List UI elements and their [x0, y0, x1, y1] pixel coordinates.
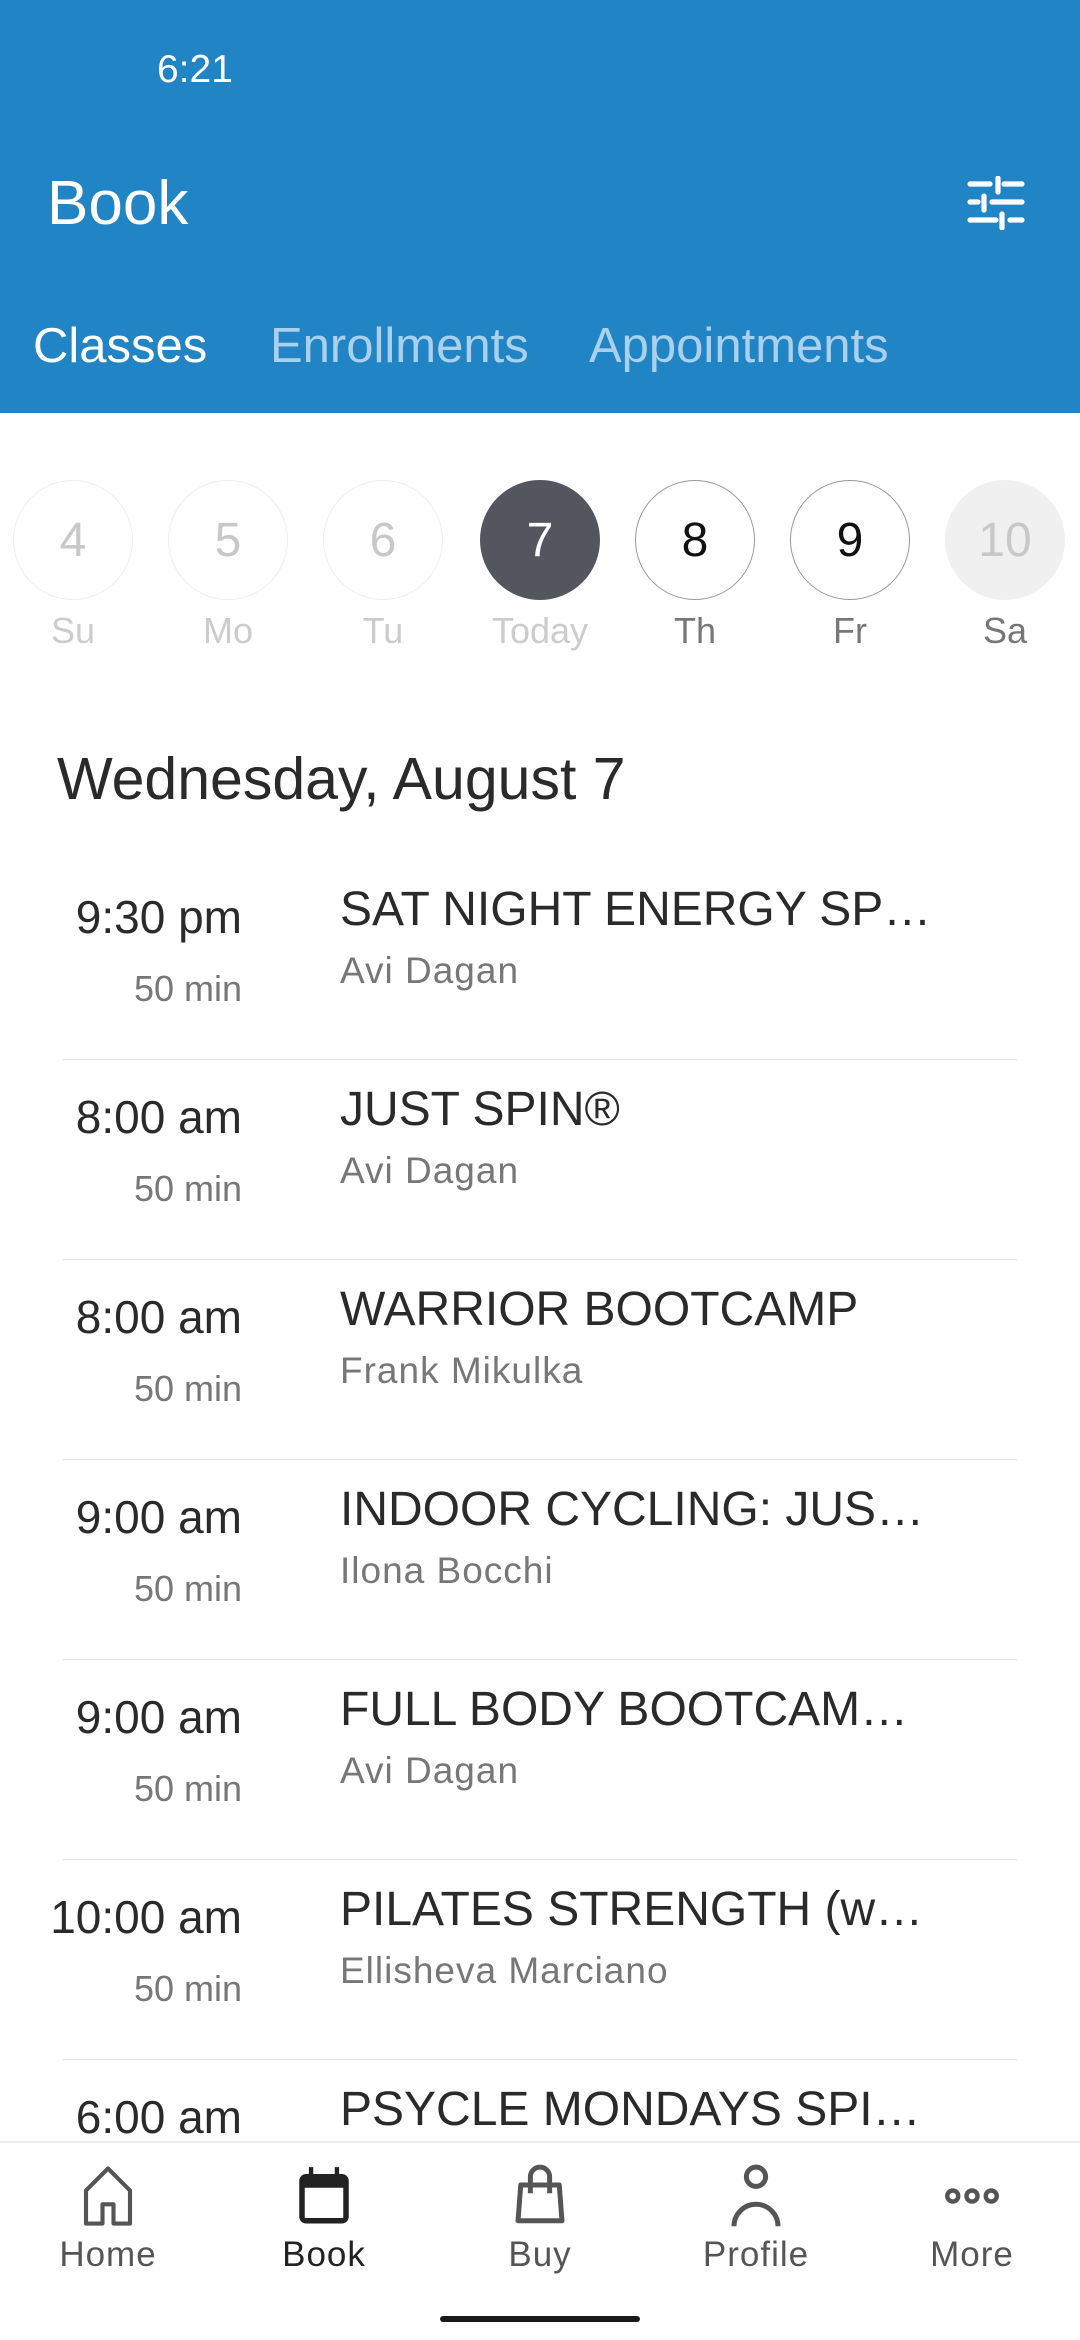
day-number: 9	[790, 480, 910, 600]
day-10[interactable]: 10 Sa	[945, 480, 1065, 652]
class-instructor: Avi Dagan	[340, 1150, 520, 1191]
class-name: PILATES STRENGTH (w…	[340, 1883, 924, 1936]
class-duration: 50 min	[133, 968, 242, 1009]
class-instructor: Ellisheva Marciano	[340, 1950, 669, 1991]
class-row[interactable]: 9:00 am 50 min INDOOR CYCLING: JUS… Ilona B…	[63, 1460, 1017, 1660]
nav-profile[interactable]: Profile	[648, 2163, 864, 2275]
nav-label: Buy	[508, 2235, 572, 2274]
person-icon	[731, 2164, 781, 2227]
sliders-icon[interactable]	[966, 176, 1026, 230]
nav-home[interactable]: Home	[0, 2163, 216, 2275]
nav-more[interactable]: More	[864, 2163, 1080, 2275]
day-8[interactable]: 8 Th	[635, 480, 755, 652]
home-icon	[83, 2166, 133, 2226]
day-label: Mo	[202, 610, 253, 651]
class-time: 9:00 am	[75, 1491, 242, 1543]
nav-label: Book	[282, 2235, 366, 2274]
calendar-icon	[299, 2167, 349, 2224]
more-dots-icon	[945, 2188, 999, 2204]
day-label: Su	[50, 610, 96, 651]
class-instructor: Ilona Bocchi	[340, 1550, 554, 1591]
day-label: Today	[491, 610, 589, 651]
class-time: 8:00 am	[75, 1291, 242, 1343]
class-duration: 50 min	[133, 1768, 242, 1809]
day-number: 5	[168, 480, 288, 600]
nav-label: More	[930, 2235, 1014, 2274]
nav-book[interactable]: Book	[216, 2163, 432, 2275]
class-time: 10:00 am	[50, 1891, 242, 1943]
day-number: 6	[323, 480, 443, 600]
day-9[interactable]: 9 Fr	[790, 480, 910, 652]
class-time: 8:00 am	[75, 1091, 242, 1143]
date-heading: Wednesday, August 7	[57, 746, 626, 812]
day-5[interactable]: 5 Mo	[168, 480, 288, 652]
day-label: Th	[673, 610, 716, 651]
class-list[interactable]: 9:30 pm 50 min SAT NIGHT ENERGY SP… Avi Dag…	[0, 860, 1080, 2141]
day-number: 4	[13, 480, 133, 600]
home-indicator[interactable]	[440, 2316, 640, 2322]
status-time: 6:21	[157, 48, 233, 91]
class-row[interactable]: 9:00 am 50 min FULL BODY BOOTCAM… Avi Dagan	[63, 1660, 1017, 1860]
class-name: SAT NIGHT ENERGY SP…	[340, 883, 932, 936]
class-row[interactable]: 8:00 am 50 min WARRIOR BOOTCAMP Frank Mikul…	[63, 1260, 1017, 1460]
class-instructor: Frank Mikulka	[340, 1350, 584, 1391]
class-duration: 50 min	[133, 1568, 242, 1609]
tab-enrollments[interactable]: Enrollments	[270, 318, 529, 374]
day-label: Fr	[833, 610, 867, 651]
nav-buy[interactable]: Buy	[432, 2163, 648, 2275]
app-header: 6:21 Book Classes Enrollments Appointmen…	[0, 0, 1080, 413]
class-time: 9:00 am	[75, 1691, 242, 1743]
bottom-nav: Home Book Buy Profile More	[0, 2141, 1080, 2340]
day-label: Tu	[362, 610, 404, 651]
class-duration: 50 min	[133, 1968, 242, 2009]
class-row[interactable]: 9:30 pm 50 min SAT NIGHT ENERGY SP… Avi Dag…	[63, 860, 1017, 1060]
class-name: FULL BODY BOOTCAM…	[340, 1683, 909, 1736]
class-row[interactable]: 6:00 am PSYCLE MONDAYS SPI…	[63, 2060, 1017, 2141]
class-instructor: Avi Dagan	[340, 950, 520, 991]
nav-label: Profile	[702, 2235, 810, 2274]
day-number: 8	[635, 480, 755, 600]
day-6[interactable]: 6 Tu	[323, 480, 443, 652]
class-instructor: Avi Dagan	[340, 1750, 520, 1791]
page-title: Book	[47, 169, 189, 238]
shopping-bag-icon	[515, 2164, 565, 2224]
class-duration: 50 min	[133, 1368, 242, 1409]
day-label: Sa	[982, 610, 1028, 651]
day-number: 7	[480, 480, 600, 600]
tab-appointments[interactable]: Appointments	[589, 318, 889, 374]
day-4[interactable]: 4 Su	[13, 480, 133, 652]
class-name: WARRIOR BOOTCAMP	[340, 1283, 859, 1336]
class-row[interactable]: 8:00 am 50 min JUST SPIN® Avi Dagan	[63, 1060, 1017, 1260]
class-duration: 50 min	[133, 1168, 242, 1209]
class-row[interactable]: 10:00 am 50 min PILATES STRENGTH (w… Ellish…	[50, 1860, 1017, 2060]
nav-label: Home	[59, 2235, 157, 2274]
class-name: JUST SPIN®	[340, 1083, 620, 1136]
tab-classes[interactable]: Classes	[33, 318, 207, 374]
class-time: 6:00 am	[75, 2091, 242, 2141]
class-name: INDOOR CYCLING: JUS…	[340, 1483, 925, 1536]
class-name: PSYCLE MONDAYS SPI…	[340, 2083, 921, 2136]
day-number: 10	[945, 480, 1065, 600]
day-7-today[interactable]: 7 Today	[480, 480, 600, 652]
class-time: 9:30 pm	[75, 891, 242, 943]
